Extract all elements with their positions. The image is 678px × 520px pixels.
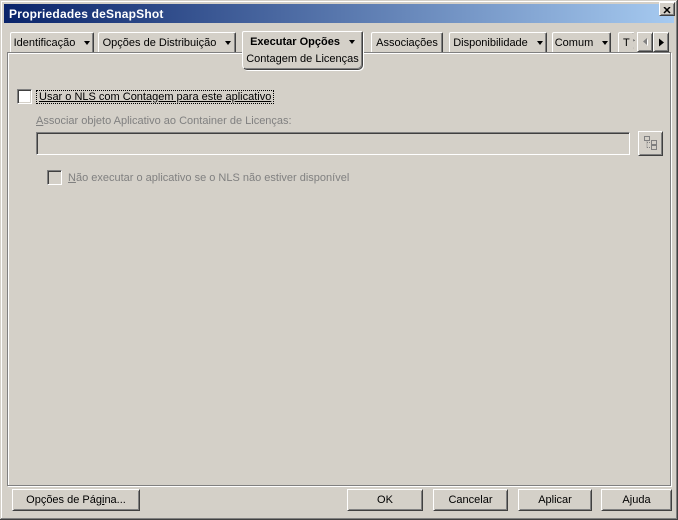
no-run-label: Não executar o aplicativo se o NLS não e… — [68, 171, 350, 184]
close-icon — [663, 2, 671, 17]
cancel-button[interactable]: Cancelar — [433, 489, 508, 511]
tab-comum[interactable]: Comum — [552, 32, 611, 52]
tab-executar-opcoes[interactable]: Executar Opções — [243, 32, 362, 52]
no-run-checkbox — [47, 170, 62, 185]
object-tree-browse-icon — [643, 135, 658, 153]
tab-identificacao[interactable]: Identificação — [10, 32, 94, 52]
browse-container-button — [638, 131, 663, 156]
tab-associacoes[interactable]: Associações — [371, 32, 443, 52]
chevron-down-icon — [84, 40, 91, 45]
chevron-down-icon — [225, 40, 232, 45]
chevron-down-icon — [348, 40, 355, 44]
close-button[interactable] — [659, 2, 675, 16]
apply-button[interactable]: Aplicar — [518, 489, 592, 511]
scroll-right-icon — [658, 35, 665, 50]
title-bar[interactable]: Propriedades deSnapShot — [4, 4, 674, 23]
use-nls-row: Usar o NLS com Contagem para este aplica… — [17, 89, 275, 104]
chevron-down-icon — [602, 40, 609, 45]
tab-clipped[interactable]: T — [618, 32, 635, 52]
help-button[interactable]: Ajuda — [601, 489, 672, 511]
use-nls-label[interactable]: Usar o NLS com Contagem para este aplica… — [36, 89, 275, 104]
scroll-left-icon — [642, 35, 649, 50]
ok-button[interactable]: OK — [347, 489, 423, 511]
use-nls-checkbox[interactable] — [17, 89, 32, 104]
tab-disponibilidade[interactable]: Disponibilidade — [449, 32, 547, 52]
properties-dialog: Propriedades deSnapShot Usar o NLS com C… — [0, 0, 678, 520]
window-title: Propriedades deSnapShot — [9, 6, 164, 21]
tab-executar-opcoes-active: Executar Opções Contagem de Licenças — [242, 31, 363, 70]
page-options-button[interactable]: Opções de Pág i na... — [12, 489, 140, 511]
page-content-panel: Usar o NLS com Contagem para este aplica… — [7, 52, 671, 486]
no-run-row: Não executar o aplicativo se o NLS não e… — [47, 170, 349, 185]
chevron-down-icon — [536, 40, 543, 45]
subtab-contagem-de-licencas[interactable]: Contagem de Licenças — [243, 52, 362, 67]
tab-scroll-right-button[interactable] — [653, 32, 669, 52]
license-container-input — [36, 132, 630, 155]
tab-scroll-left-button[interactable] — [637, 32, 653, 52]
tab-opcoes-de-distribuicao[interactable]: Opções de Distribuição — [98, 32, 236, 52]
associate-container-label: Associar objeto Aplicativo ao Container … — [36, 115, 292, 127]
